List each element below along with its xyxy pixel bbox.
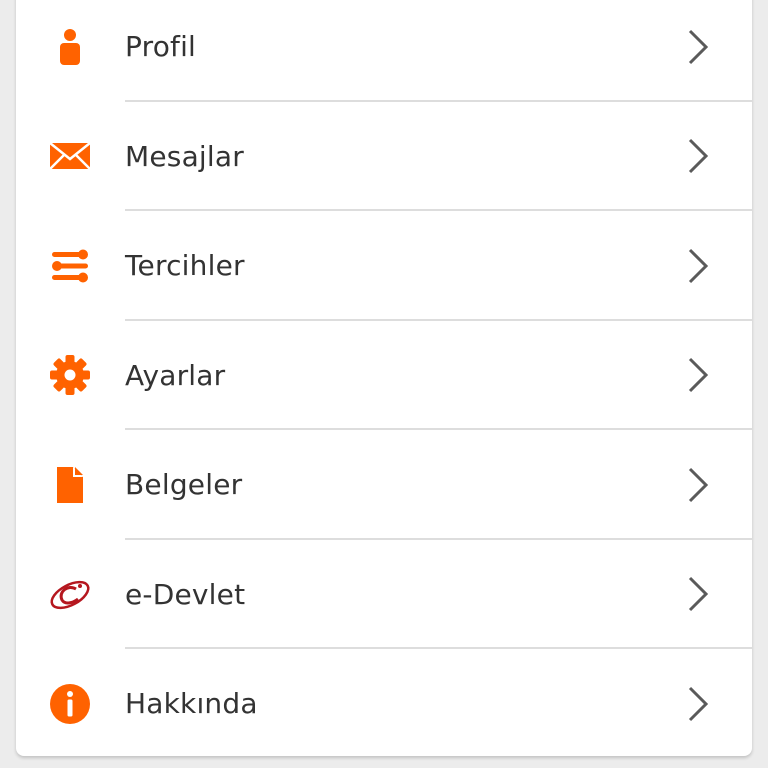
sliders-icon [46, 242, 94, 290]
chevron-right-icon [684, 355, 712, 395]
menu-item-label: Ayarlar [125, 358, 226, 392]
chevron-right-icon [684, 136, 712, 176]
menu-item-label: Tercihler [125, 249, 245, 283]
menu-item-label: e-Devlet [125, 577, 246, 611]
menu-list: Profil Mesajlar Tercihler Ayarlar Belgel… [16, 0, 752, 756]
menu-item-hakkinda[interactable]: Hakkında [16, 649, 752, 756]
menu-item-tercihler[interactable]: Tercihler [16, 211, 752, 321]
envelope-icon [46, 132, 94, 180]
menu-item-edevlet[interactable]: e-Devlet [16, 540, 752, 649]
menu-item-label: Profil [125, 30, 197, 64]
document-icon [46, 461, 94, 509]
info-icon [46, 680, 94, 728]
menu-item-ayarlar[interactable]: Ayarlar [16, 321, 752, 430]
menu-item-belgeler[interactable]: Belgeler [16, 430, 752, 540]
edevlet-logo-icon [46, 570, 94, 618]
menu-item-mesajlar[interactable]: Mesajlar [16, 102, 752, 211]
chevron-right-icon [684, 27, 712, 67]
gear-icon [46, 351, 94, 399]
chevron-right-icon [684, 574, 712, 614]
menu-card: Profil Mesajlar Tercihler Ayarlar Belgel… [16, 0, 752, 756]
menu-item-label: Hakkında [125, 687, 258, 721]
menu-item-label: Mesajlar [125, 139, 244, 173]
chevron-right-icon [684, 684, 712, 724]
chevron-right-icon [684, 465, 712, 505]
menu-item-label: Belgeler [125, 468, 243, 502]
chevron-right-icon [684, 246, 712, 286]
person-icon [46, 23, 94, 71]
menu-item-profil[interactable]: Profil [16, 0, 752, 102]
